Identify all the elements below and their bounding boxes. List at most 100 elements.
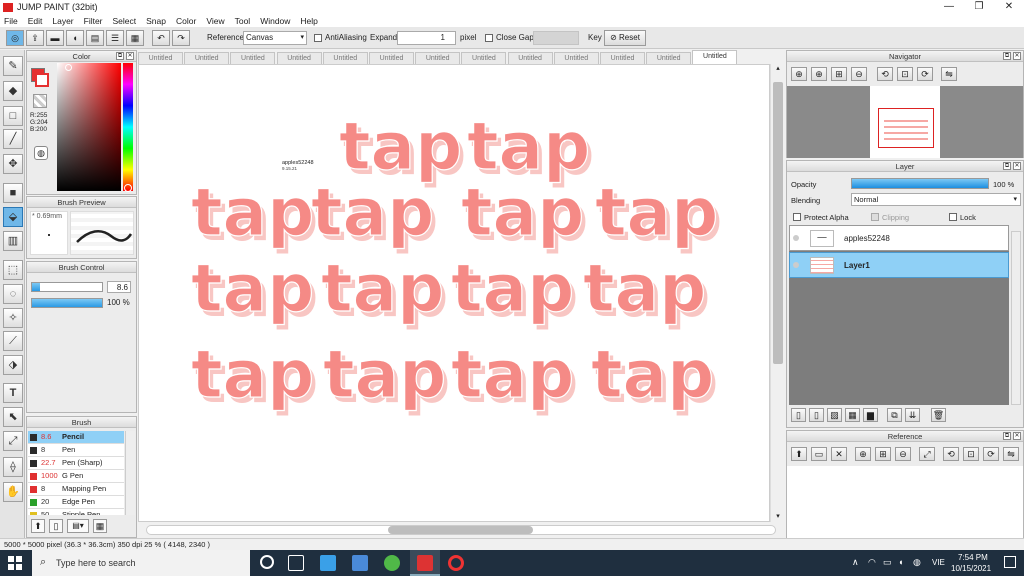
- comment-icon[interactable]: ▬: [46, 30, 64, 46]
- fit-icon[interactable]: ⊞: [831, 67, 847, 81]
- menu-help[interactable]: Help: [300, 16, 317, 26]
- rotate-icon[interactable]: ⟲: [877, 67, 893, 81]
- cortana-icon[interactable]: [260, 555, 274, 569]
- brush-settings-icon[interactable]: ⬆: [31, 519, 45, 533]
- list-icon[interactable]: ☰: [106, 30, 124, 46]
- layer-list-scrollbar[interactable]: [1011, 231, 1021, 405]
- tab-untitled[interactable]: Untitled: [507, 52, 553, 64]
- menu-edit[interactable]: Edit: [28, 16, 43, 26]
- new-layer-2-icon[interactable]: ▯: [809, 408, 824, 422]
- float-icon[interactable]: ⧉: [1003, 432, 1011, 440]
- reference-select[interactable]: Canvas ▾: [243, 31, 307, 45]
- menu-snap[interactable]: Snap: [146, 16, 166, 26]
- hue-slider[interactable]: [123, 63, 133, 191]
- fit-icon[interactable]: ⊞: [875, 447, 891, 461]
- menu-file[interactable]: File: [4, 16, 18, 26]
- menu-window[interactable]: Window: [260, 16, 290, 26]
- halftone-layer-icon[interactable]: ▦: [845, 408, 860, 422]
- brush-item[interactable]: 8.6 Pencil: [28, 431, 124, 444]
- vertical-scrollbar[interactable]: ▴ ▾: [770, 64, 784, 522]
- float-icon[interactable]: ⧉: [1003, 162, 1011, 170]
- blending-select[interactable]: Normal ▾: [851, 193, 1021, 206]
- raster-layer-icon[interactable]: ▨: [827, 408, 842, 422]
- rotate-right-icon[interactable]: ⟳: [917, 67, 933, 81]
- auto-select-icon[interactable]: ◎: [6, 30, 24, 46]
- rotate-icon[interactable]: ⟲: [943, 447, 959, 461]
- brush-page-icon[interactable]: ▦: [93, 519, 107, 533]
- clock-time[interactable]: 7:54 PM: [958, 553, 988, 562]
- zoom-out-icon[interactable]: ⊖: [895, 447, 911, 461]
- close-icon[interactable]: ✕: [1013, 432, 1021, 440]
- float-icon[interactable]: ⧉: [116, 52, 124, 60]
- minimize-button[interactable]: —: [934, 0, 964, 14]
- eyedropper-icon[interactable]: ⤢: [3, 431, 23, 451]
- expand-input[interactable]: 1: [397, 31, 456, 45]
- vertical-scroll-thumb[interactable]: [773, 82, 783, 364]
- redo-icon[interactable]: ↷: [172, 30, 190, 46]
- tab-untitled[interactable]: Untitled: [138, 52, 183, 64]
- tab-untitled[interactable]: Untitled: [369, 52, 414, 64]
- opera-icon[interactable]: [448, 555, 464, 571]
- reset-button[interactable]: ⊘ Reset: [604, 30, 646, 46]
- antialiasing-checkbox[interactable]: [314, 34, 322, 42]
- task-view-icon[interactable]: [288, 555, 304, 571]
- brush-tool-icon[interactable]: ✎: [3, 56, 23, 76]
- flip-icon[interactable]: ⇋: [941, 67, 957, 81]
- protect-alpha-checkbox[interactable]: [793, 213, 801, 221]
- close-icon[interactable]: ✕: [831, 447, 847, 461]
- close-icon[interactable]: ✕: [1013, 52, 1021, 60]
- eye-icon[interactable]: [793, 235, 799, 241]
- clock-date[interactable]: 10/15/2021: [951, 564, 991, 573]
- close-gaps-slider[interactable]: [533, 31, 579, 45]
- select-pen-icon[interactable]: ⟋: [3, 331, 23, 351]
- clipping-checkbox[interactable]: [871, 213, 879, 221]
- store-icon[interactable]: [352, 555, 368, 571]
- move-tool-icon[interactable]: ✥: [3, 154, 23, 174]
- brush-item[interactable]: 1000 G Pen: [28, 470, 124, 483]
- tab-untitled[interactable]: Untitled: [553, 52, 599, 64]
- lock-checkbox[interactable]: [949, 213, 957, 221]
- taskbar-search[interactable]: ⌕ Type here to search: [32, 550, 250, 576]
- trash-icon[interactable]: 🗑: [931, 408, 946, 422]
- color-picker-handle[interactable]: [65, 64, 72, 71]
- magic-wand-icon[interactable]: ✧: [3, 308, 23, 328]
- brush-size-value[interactable]: 8.6: [107, 281, 131, 293]
- center-icon[interactable]: ⊡: [963, 447, 979, 461]
- rect-tool-icon[interactable]: □: [3, 106, 23, 126]
- hue-handle[interactable]: [124, 184, 132, 192]
- brush-item[interactable]: 50 Stipple Pen: [28, 509, 124, 515]
- close-icon[interactable]: ✕: [126, 52, 134, 60]
- eye-icon[interactable]: [793, 262, 799, 268]
- menu-view[interactable]: View: [206, 16, 224, 26]
- fill-rect-tool-icon[interactable]: ■: [3, 183, 23, 203]
- operation-tool-icon[interactable]: ⬉: [3, 407, 23, 427]
- brush-menu-icon[interactable]: ▤▾: [67, 519, 89, 533]
- menu-layer[interactable]: Layer: [52, 16, 73, 26]
- transparent-swatch[interactable]: [33, 94, 47, 108]
- folder-icon[interactable]: ▆: [863, 408, 878, 422]
- merge-layer-icon[interactable]: ⇊: [905, 408, 920, 422]
- brush-item[interactable]: 8 Pen: [28, 444, 124, 457]
- layer-row-layer1[interactable]: Layer1: [789, 252, 1009, 278]
- tab-untitled[interactable]: Untitled: [600, 52, 645, 64]
- zoom-out-icon[interactable]: ⊖: [851, 67, 867, 81]
- chrome-icon[interactable]: [384, 555, 400, 571]
- brush-item[interactable]: 20 Edge Pen: [28, 496, 124, 509]
- navigator-preview-area[interactable]: [787, 86, 1023, 158]
- hand-tool-icon[interactable]: ✋: [3, 482, 23, 502]
- secondary-color-swatch[interactable]: [35, 73, 49, 87]
- close-icon[interactable]: ✕: [1013, 162, 1021, 170]
- speech-icon[interactable]: ◖: [66, 30, 84, 46]
- tab-untitled[interactable]: Untitled: [276, 52, 322, 64]
- menu-select[interactable]: Select: [113, 16, 137, 26]
- grid-icon[interactable]: ▦: [126, 30, 144, 46]
- tray-chevron-icon[interactable]: ∧: [852, 557, 859, 568]
- mail-icon[interactable]: [320, 555, 336, 571]
- zoom-in-icon[interactable]: ⊕: [811, 67, 827, 81]
- color-saturation-field[interactable]: [57, 63, 121, 191]
- tab-untitled[interactable]: Untitled: [461, 52, 507, 64]
- zoom-in-icon[interactable]: ⊕: [791, 67, 807, 81]
- tab-untitled[interactable]: Untitled: [230, 52, 276, 64]
- new-brush-icon[interactable]: ▯: [49, 519, 63, 533]
- reference-area[interactable]: [787, 466, 1023, 538]
